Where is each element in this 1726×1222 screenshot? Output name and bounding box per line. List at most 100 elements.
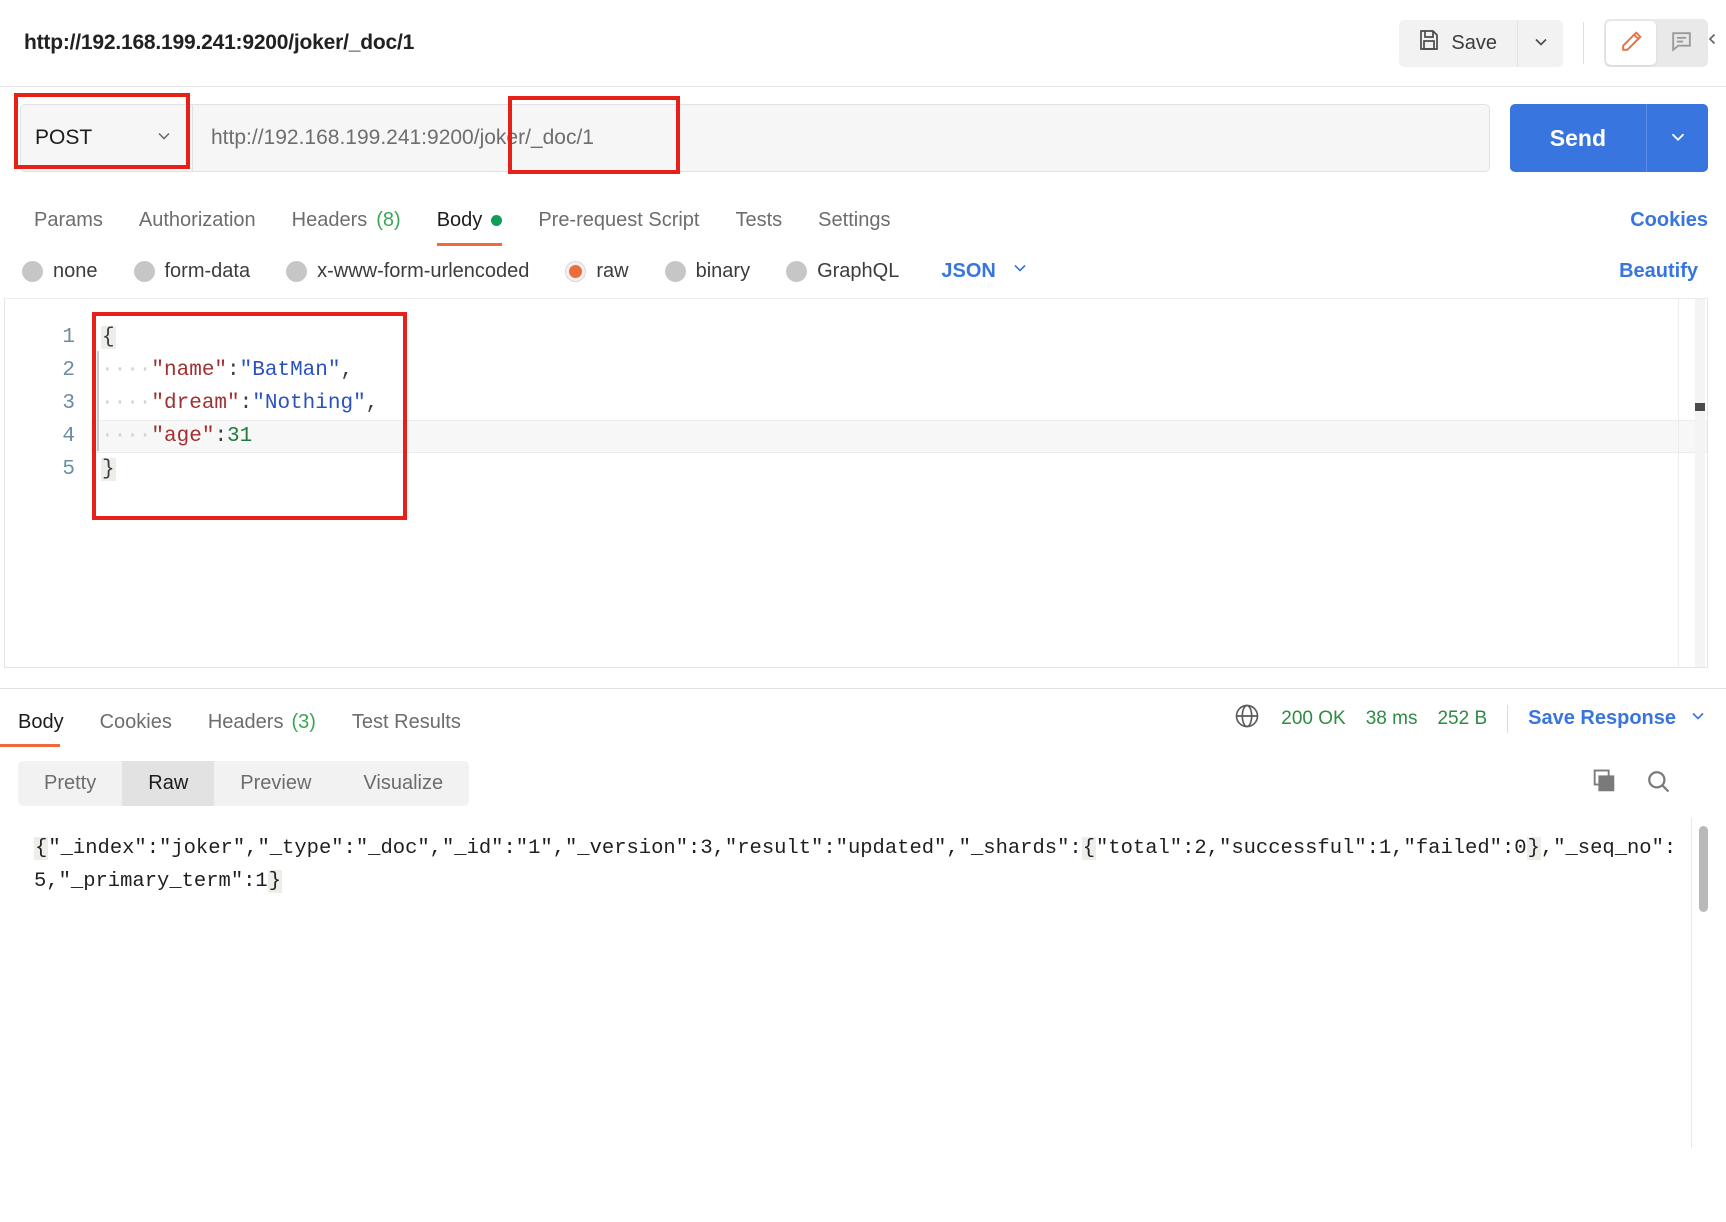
view-mode-group (1604, 19, 1708, 67)
code-line: } (91, 453, 1707, 486)
url-input-value: http://192.168.199.241:9200/joker/_doc/1 (211, 126, 594, 149)
line-number: 5 (62, 458, 75, 481)
editor-code-area[interactable]: { ····"name":"BatMan", ····"dream":"Noth… (91, 299, 1707, 667)
body-type-x-www-form-urlencoded[interactable]: x-www-form-urlencoded (286, 260, 529, 283)
tab-label: Body (436, 209, 483, 231)
response-tab-body[interactable]: Body (0, 711, 82, 747)
radio-icon (286, 260, 308, 282)
request-body-editor[interactable]: 1 2 3 4 5 { ····"name":"BatMan", ····"dr… (4, 298, 1708, 668)
body-type-label: binary (695, 259, 751, 282)
url-bar: POST http://192.168.199.241:9200/joker/_… (0, 87, 1726, 189)
tab-label: Body (18, 711, 64, 733)
body-format-selector[interactable]: JSON (941, 258, 1029, 284)
radio-icon (786, 260, 808, 282)
send-options-button[interactable] (1646, 104, 1708, 172)
tab-tests[interactable]: Tests (717, 209, 800, 246)
save-response-label: Save Response (1528, 707, 1676, 729)
response-tab-cookies[interactable]: Cookies (82, 711, 190, 747)
tab-label: Params (34, 209, 103, 231)
tab-body[interactable]: Body (419, 209, 521, 246)
method-label: POST (35, 126, 93, 149)
tab-label: Settings (818, 209, 891, 231)
header-actions: Save (1399, 19, 1726, 67)
response-body-raw[interactable]: {"_index":"joker","_type":"_doc","_id":"… (0, 818, 1726, 1148)
tab-count: (3) (291, 711, 316, 733)
request-tabs: Params Authorization Headers (8) Body Pr… (0, 189, 1726, 246)
tab-label: Cookies (99, 711, 172, 733)
postman-window: http://192.168.199.241:9200/joker/_doc/1… (0, 0, 1726, 1222)
line-number: 1 (62, 326, 75, 349)
comments-button[interactable] (1656, 21, 1706, 65)
response-body-inner: "total":2,"successful":1,"failed":0 (1096, 837, 1527, 860)
code-token-string: "Nothing" (252, 392, 366, 415)
body-type-binary[interactable]: binary (664, 259, 751, 283)
code-fold-rail (97, 351, 99, 451)
editor-scrollbar[interactable] (1695, 299, 1705, 667)
body-type-label: none (53, 259, 98, 282)
code-indent-dots: ···· (101, 392, 152, 415)
floppy-disk-icon (1417, 28, 1441, 58)
code-line: ····"name":"BatMan", (91, 354, 1707, 387)
beautify-button[interactable]: Beautify (1619, 260, 1708, 283)
view-mode-raw[interactable]: Raw (122, 761, 215, 806)
send-button[interactable]: Send (1509, 104, 1646, 172)
header-divider (1583, 22, 1584, 64)
chevron-left-icon (1704, 33, 1722, 52)
tab-headers[interactable]: Headers (8) (274, 209, 419, 246)
response-open-brace: { (34, 837, 49, 860)
response-tab-test-results[interactable]: Test Results (334, 711, 479, 747)
tab-settings[interactable]: Settings (800, 209, 908, 246)
editor-column-guide (1678, 299, 1679, 667)
editor-scrollbar-thumb[interactable] (1695, 403, 1705, 411)
chevron-down-icon (1688, 706, 1708, 732)
code-token-key: "name" (151, 359, 228, 382)
request-header-bar: http://192.168.199.241:9200/joker/_doc/1… (0, 0, 1726, 87)
body-type-form-data[interactable]: form-data (133, 260, 250, 283)
code-indent-dots: ···· (101, 425, 152, 448)
body-type-raw[interactable]: raw (565, 260, 629, 283)
response-size: 252 B (1437, 707, 1488, 729)
tab-count: (8) (376, 209, 401, 231)
globe-icon[interactable] (1233, 702, 1261, 735)
tab-pre-request-script[interactable]: Pre-request Script (520, 209, 717, 246)
response-status-bar: 200 OK 38 ms 252 B Save Response (1233, 702, 1708, 747)
body-type-graphql[interactable]: GraphQL (786, 260, 899, 283)
view-mode-pretty[interactable]: Pretty (18, 761, 122, 806)
copy-icon[interactable] (1590, 767, 1618, 800)
tab-authorization[interactable]: Authorization (121, 209, 274, 246)
view-mode-visualize[interactable]: Visualize (337, 761, 469, 806)
tab-params[interactable]: Params (16, 209, 121, 246)
response-tab-headers[interactable]: Headers (3) (190, 711, 334, 747)
code-token-number: 31 (227, 425, 253, 448)
response-body-middle: "_index":"joker","_type":"_doc","_id":"1… (48, 837, 1082, 860)
save-options-button[interactable] (1517, 19, 1563, 67)
collapse-panel-button[interactable] (1704, 30, 1722, 53)
code-token-brace: } (101, 458, 116, 481)
code-token-string: "BatMan" (239, 359, 341, 382)
body-type-none[interactable]: none (22, 260, 98, 283)
search-icon[interactable] (1644, 767, 1672, 800)
body-type-label: x-www-form-urlencoded (317, 259, 530, 282)
url-input[interactable]: http://192.168.199.241:9200/joker/_doc/1 (192, 104, 1490, 172)
save-response-button[interactable]: Save Response (1528, 706, 1708, 732)
code-token-punc: : (239, 392, 253, 415)
code-token-key: "age" (151, 425, 215, 448)
response-view-actions (1590, 767, 1708, 800)
status-divider (1507, 704, 1509, 733)
response-scrollbar-thumb[interactable] (1699, 826, 1708, 912)
view-mode-preview[interactable]: Preview (214, 761, 337, 806)
method-selector[interactable]: POST (20, 104, 192, 172)
response-column-guide (1691, 818, 1692, 1148)
chevron-down-icon (1667, 126, 1689, 151)
line-number: 4 (62, 425, 75, 448)
chevron-down-icon (1010, 258, 1030, 284)
response-inner-open-brace: { (1081, 837, 1096, 860)
save-button[interactable]: Save (1399, 19, 1517, 67)
edit-request-button[interactable] (1606, 21, 1656, 65)
code-token-punc: : (227, 359, 240, 382)
code-line: { (91, 321, 1707, 354)
code-line: ····"dream":"Nothing", (91, 387, 1707, 420)
response-tabs: Body Cookies Headers (3) Test Results 20… (0, 689, 1726, 747)
save-button-group: Save (1399, 19, 1563, 67)
cookies-link[interactable]: Cookies (1630, 209, 1708, 246)
